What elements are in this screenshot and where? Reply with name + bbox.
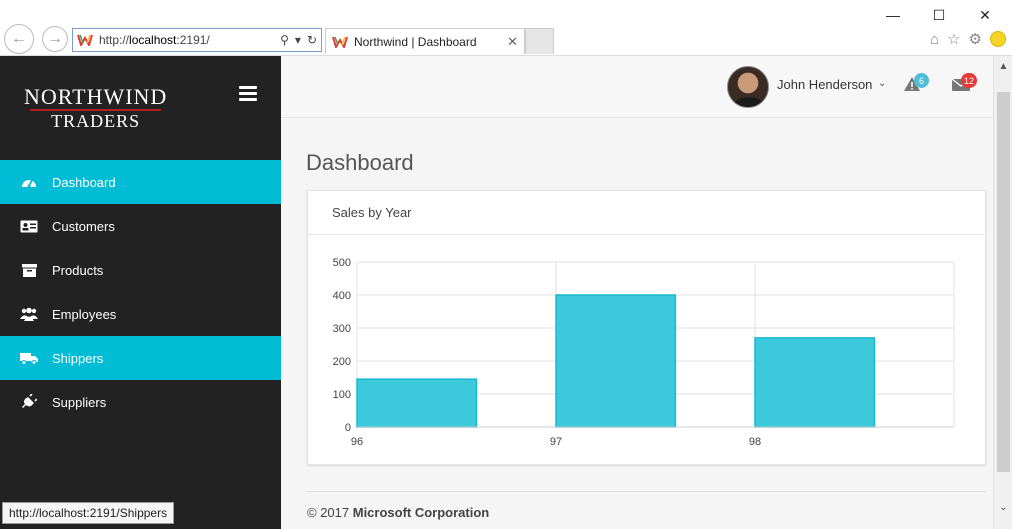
messages-badge: 12 bbox=[961, 73, 978, 88]
address-bar[interactable]: http://localhost:2191/ ⚲ ▾ ↻ bbox=[72, 28, 322, 52]
avatar[interactable] bbox=[727, 66, 769, 108]
sidebar-item-suppliers[interactable]: Suppliers bbox=[0, 380, 281, 424]
new-tab-button[interactable] bbox=[525, 28, 554, 54]
footer-company: Microsoft Corporation bbox=[352, 505, 490, 520]
sidebar-item-label: Customers bbox=[52, 218, 115, 234]
top-bar: John Henderson ⌄ 6 12 bbox=[281, 56, 993, 118]
status-bar-url: http://localhost:2191/Shippers bbox=[2, 502, 175, 524]
y-tick-label: 500 bbox=[333, 257, 351, 269]
back-arrow-icon: ← bbox=[11, 30, 27, 47]
scroll-thumb[interactable] bbox=[997, 92, 1010, 472]
sidebar-item-shippers[interactable]: Shippers bbox=[0, 336, 281, 380]
brand-logo[interactable]: Northwind Traders bbox=[24, 84, 168, 131]
x-tick-label: 96 bbox=[351, 436, 363, 448]
x-tick-label: 98 bbox=[749, 436, 761, 448]
y-tick-label: 200 bbox=[333, 356, 351, 368]
sidebar-item-dashboard[interactable]: Dashboard bbox=[0, 160, 281, 204]
forward-arrow-icon: → bbox=[47, 30, 63, 47]
minimize-icon[interactable]: — bbox=[870, 4, 916, 26]
sidebar: Northwind Traders Dashboard Customers Pr… bbox=[0, 56, 281, 529]
brand: Northwind Traders bbox=[0, 56, 281, 160]
tab-close-icon[interactable]: ✕ bbox=[507, 34, 518, 50]
sales-chart-card: Sales by Year 0 100 200 300 400 500 96 97 98 bbox=[307, 190, 986, 465]
dashboard-icon bbox=[20, 175, 38, 189]
bar-97 bbox=[555, 294, 677, 428]
footer-divider bbox=[307, 491, 986, 492]
y-tick-label: 400 bbox=[333, 290, 351, 302]
page-scrollbar[interactable]: ▲ ⌄ bbox=[993, 56, 1012, 529]
y-tick-label: 100 bbox=[333, 389, 351, 401]
main-content: Dashboard Sales by Year 0 100 200 300 400 500… bbox=[281, 118, 993, 529]
refresh-icon[interactable]: ↻ bbox=[307, 33, 317, 47]
home-icon[interactable]: ⌂ bbox=[930, 31, 939, 48]
sidebar-item-products[interactable]: Products bbox=[0, 248, 281, 292]
sidebar-item-label: Shippers bbox=[52, 350, 104, 366]
sidebar-item-employees[interactable]: Employees bbox=[0, 292, 281, 336]
maximize-icon[interactable]: ☐ bbox=[916, 4, 962, 26]
favorites-star-icon[interactable]: ☆ bbox=[947, 30, 960, 48]
footer-copyright: © 2017 bbox=[307, 505, 353, 520]
sidebar-item-label: Products bbox=[52, 262, 104, 278]
users-icon bbox=[20, 307, 38, 321]
user-name[interactable]: John Henderson bbox=[777, 77, 872, 92]
card-title: Sales by Year bbox=[308, 191, 985, 235]
window-controls: — ☐ ✕ bbox=[870, 4, 1008, 26]
archive-icon bbox=[20, 263, 38, 277]
bar-98 bbox=[754, 337, 876, 428]
site-logo-icon bbox=[77, 34, 93, 46]
sidebar-item-label: Employees bbox=[52, 306, 117, 322]
sales-bar-chart: 0 100 200 300 400 500 96 97 98 bbox=[333, 257, 955, 448]
browser-chrome: — ☐ ✕ ← → http://localhost:2191/ ⚲ ▾ ↻ N… bbox=[0, 0, 1012, 56]
sidebar-item-label: Dashboard bbox=[52, 174, 116, 190]
close-window-icon[interactable]: ✕ bbox=[962, 4, 1008, 26]
feedback-smiley-icon[interactable] bbox=[990, 31, 1006, 47]
menu-toggle-icon[interactable] bbox=[239, 86, 257, 104]
sidebar-item-label: Suppliers bbox=[52, 394, 107, 410]
alerts-badge: 6 bbox=[914, 73, 929, 88]
forward-button[interactable]: → bbox=[42, 26, 68, 52]
address-url: http://localhost:2191/ bbox=[99, 33, 210, 47]
y-tick-label: 300 bbox=[333, 323, 351, 335]
settings-gear-icon[interactable]: ⚙ bbox=[969, 30, 982, 48]
sidebar-item-customers[interactable]: Customers bbox=[0, 204, 281, 248]
chevron-down-icon[interactable]: ⌄ bbox=[878, 78, 886, 89]
dropdown-icon[interactable]: ▾ bbox=[295, 33, 301, 47]
truck-icon bbox=[20, 351, 38, 365]
page-title: Dashboard bbox=[306, 150, 414, 175]
y-tick-label: 0 bbox=[345, 422, 351, 434]
back-button[interactable]: ← bbox=[4, 24, 34, 54]
id-card-icon bbox=[20, 219, 38, 233]
brand-line2: Traders bbox=[51, 111, 141, 131]
plug-icon bbox=[20, 394, 38, 409]
tab-dashboard[interactable]: Northwind | Dashboard ✕ bbox=[325, 28, 525, 54]
scroll-down-icon[interactable]: ⌄ bbox=[994, 499, 1012, 515]
scroll-up-icon[interactable]: ▲ bbox=[994, 58, 1012, 74]
search-icon[interactable]: ⚲ bbox=[280, 33, 289, 47]
tab-favicon-icon bbox=[332, 36, 348, 48]
tab-title: Northwind | Dashboard bbox=[354, 34, 477, 49]
footer: © 2017 Microsoft Corporation bbox=[307, 505, 489, 520]
brand-line1: Northwind bbox=[24, 84, 168, 109]
bar-96 bbox=[356, 378, 478, 428]
x-tick-label: 97 bbox=[550, 436, 562, 448]
